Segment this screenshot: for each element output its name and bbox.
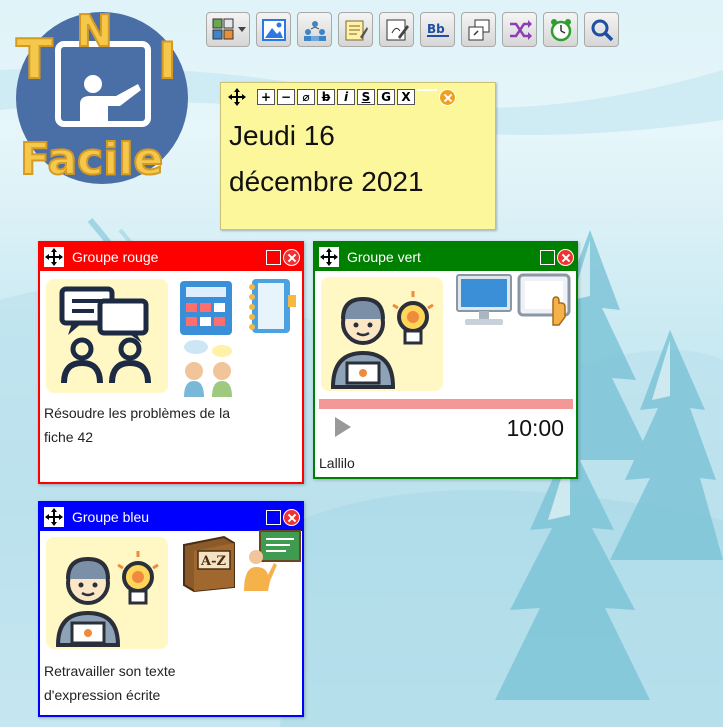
touchscreen-icon (517, 273, 571, 326)
group-blue-titlebar[interactable]: Groupe bleu (40, 503, 302, 531)
group-green-window[interactable]: Groupe vert 10:00 Lallilo (313, 241, 578, 479)
main-toolbar: Bb (206, 12, 619, 47)
group-red-titlebar[interactable]: Groupe rouge (40, 243, 302, 271)
decrease-font-button[interactable]: − (277, 89, 295, 105)
timer-progress-bar (319, 399, 573, 409)
italic-button[interactable]: i (337, 89, 355, 105)
move-icon[interactable] (44, 247, 64, 267)
computer-icon (456, 274, 512, 325)
edit-sheet-icon[interactable] (379, 12, 414, 47)
notepad-icon[interactable] (338, 12, 373, 47)
move-icon[interactable] (44, 507, 64, 527)
svg-text:Facile: Facile (20, 134, 163, 185)
window-stack-icon[interactable] (461, 12, 496, 47)
timer-display: 10:00 (506, 415, 564, 441)
image-icon[interactable] (256, 12, 291, 47)
notebook-icon (249, 279, 296, 333)
maximize-icon[interactable] (540, 249, 555, 265)
calculator-icon (180, 281, 232, 335)
svg-text:I: I (158, 32, 177, 90)
teacher-board-icon (244, 530, 301, 591)
dictionary-icon: A-Z (183, 535, 235, 593)
student-idea-pictogram (46, 537, 168, 649)
group-blue-window[interactable]: Groupe bleu A-Z Retravailler son texte d… (38, 501, 304, 717)
group-red-title: Groupe rouge (72, 249, 159, 265)
group-green-caption: Lallilo (319, 455, 355, 471)
date-line-1: Jeudi 16 (229, 120, 335, 151)
close-icon[interactable] (557, 248, 574, 266)
alarm-clock-icon[interactable] (543, 12, 578, 47)
play-icon[interactable] (335, 417, 351, 437)
maximize-icon[interactable] (266, 509, 281, 525)
color-swatch-button[interactable] (417, 89, 437, 105)
text-underline-icon[interactable]: Bb (420, 12, 455, 47)
thinking-people-icon (184, 340, 232, 397)
svg-text:N: N (76, 6, 113, 57)
close-icon[interactable] (283, 248, 300, 266)
font-g-button[interactable]: G (377, 89, 395, 105)
group-blue-instruction-line2: d'expression écrite (44, 687, 161, 703)
student-idea-pictogram (321, 277, 443, 391)
maximize-icon[interactable] (266, 249, 281, 265)
search-icon[interactable] (584, 12, 619, 47)
clear-format-button[interactable]: ⌀ (297, 89, 315, 105)
move-icon[interactable] (319, 247, 339, 267)
close-icon[interactable] (283, 508, 300, 526)
svg-text:Bb: Bb (427, 22, 445, 36)
svg-text:A-Z: A-Z (200, 554, 226, 569)
chevron-down-icon (238, 27, 246, 32)
increase-font-button[interactable]: + (257, 89, 275, 105)
discussion-pictogram (46, 279, 168, 393)
group-blue-instruction-line1: Retravailler son texte (44, 663, 176, 679)
groups-icon[interactable] (297, 12, 332, 47)
group-red-window[interactable]: Groupe rouge Résoudre les problèmes de l… (38, 241, 304, 484)
shuffle-icon[interactable] (502, 12, 537, 47)
svg-text:T: T (16, 28, 53, 91)
remove-format-button[interactable]: X (397, 89, 415, 105)
group-red-instruction-line2: fiche 42 (44, 429, 94, 445)
bold-button[interactable]: b (317, 89, 335, 105)
date-line-2: décembre 2021 (229, 166, 424, 197)
group-green-title: Groupe vert (347, 249, 421, 265)
date-note-widget[interactable]: + − ⌀ b i S G X Jeudi 16 décembre 2021 (220, 82, 496, 230)
group-red-instruction: Résoudre les problèmes de la fiche 42 (40, 401, 302, 449)
move-icon[interactable] (227, 87, 247, 107)
group-blue-title: Groupe bleu (72, 509, 150, 525)
date-note-toolbar: + − ⌀ b i S G X (221, 83, 495, 107)
tni-facile-logo: T N I Facile (8, 5, 204, 186)
group-red-instruction-line1: Résoudre les problèmes de la (44, 405, 230, 421)
group-green-titlebar[interactable]: Groupe vert (315, 243, 576, 271)
strike-button[interactable]: S (357, 89, 375, 105)
close-icon[interactable] (439, 88, 456, 106)
group-blue-instruction: Retravailler son texte d'expression écri… (40, 659, 302, 707)
layout-grid-icon[interactable] (206, 12, 250, 47)
